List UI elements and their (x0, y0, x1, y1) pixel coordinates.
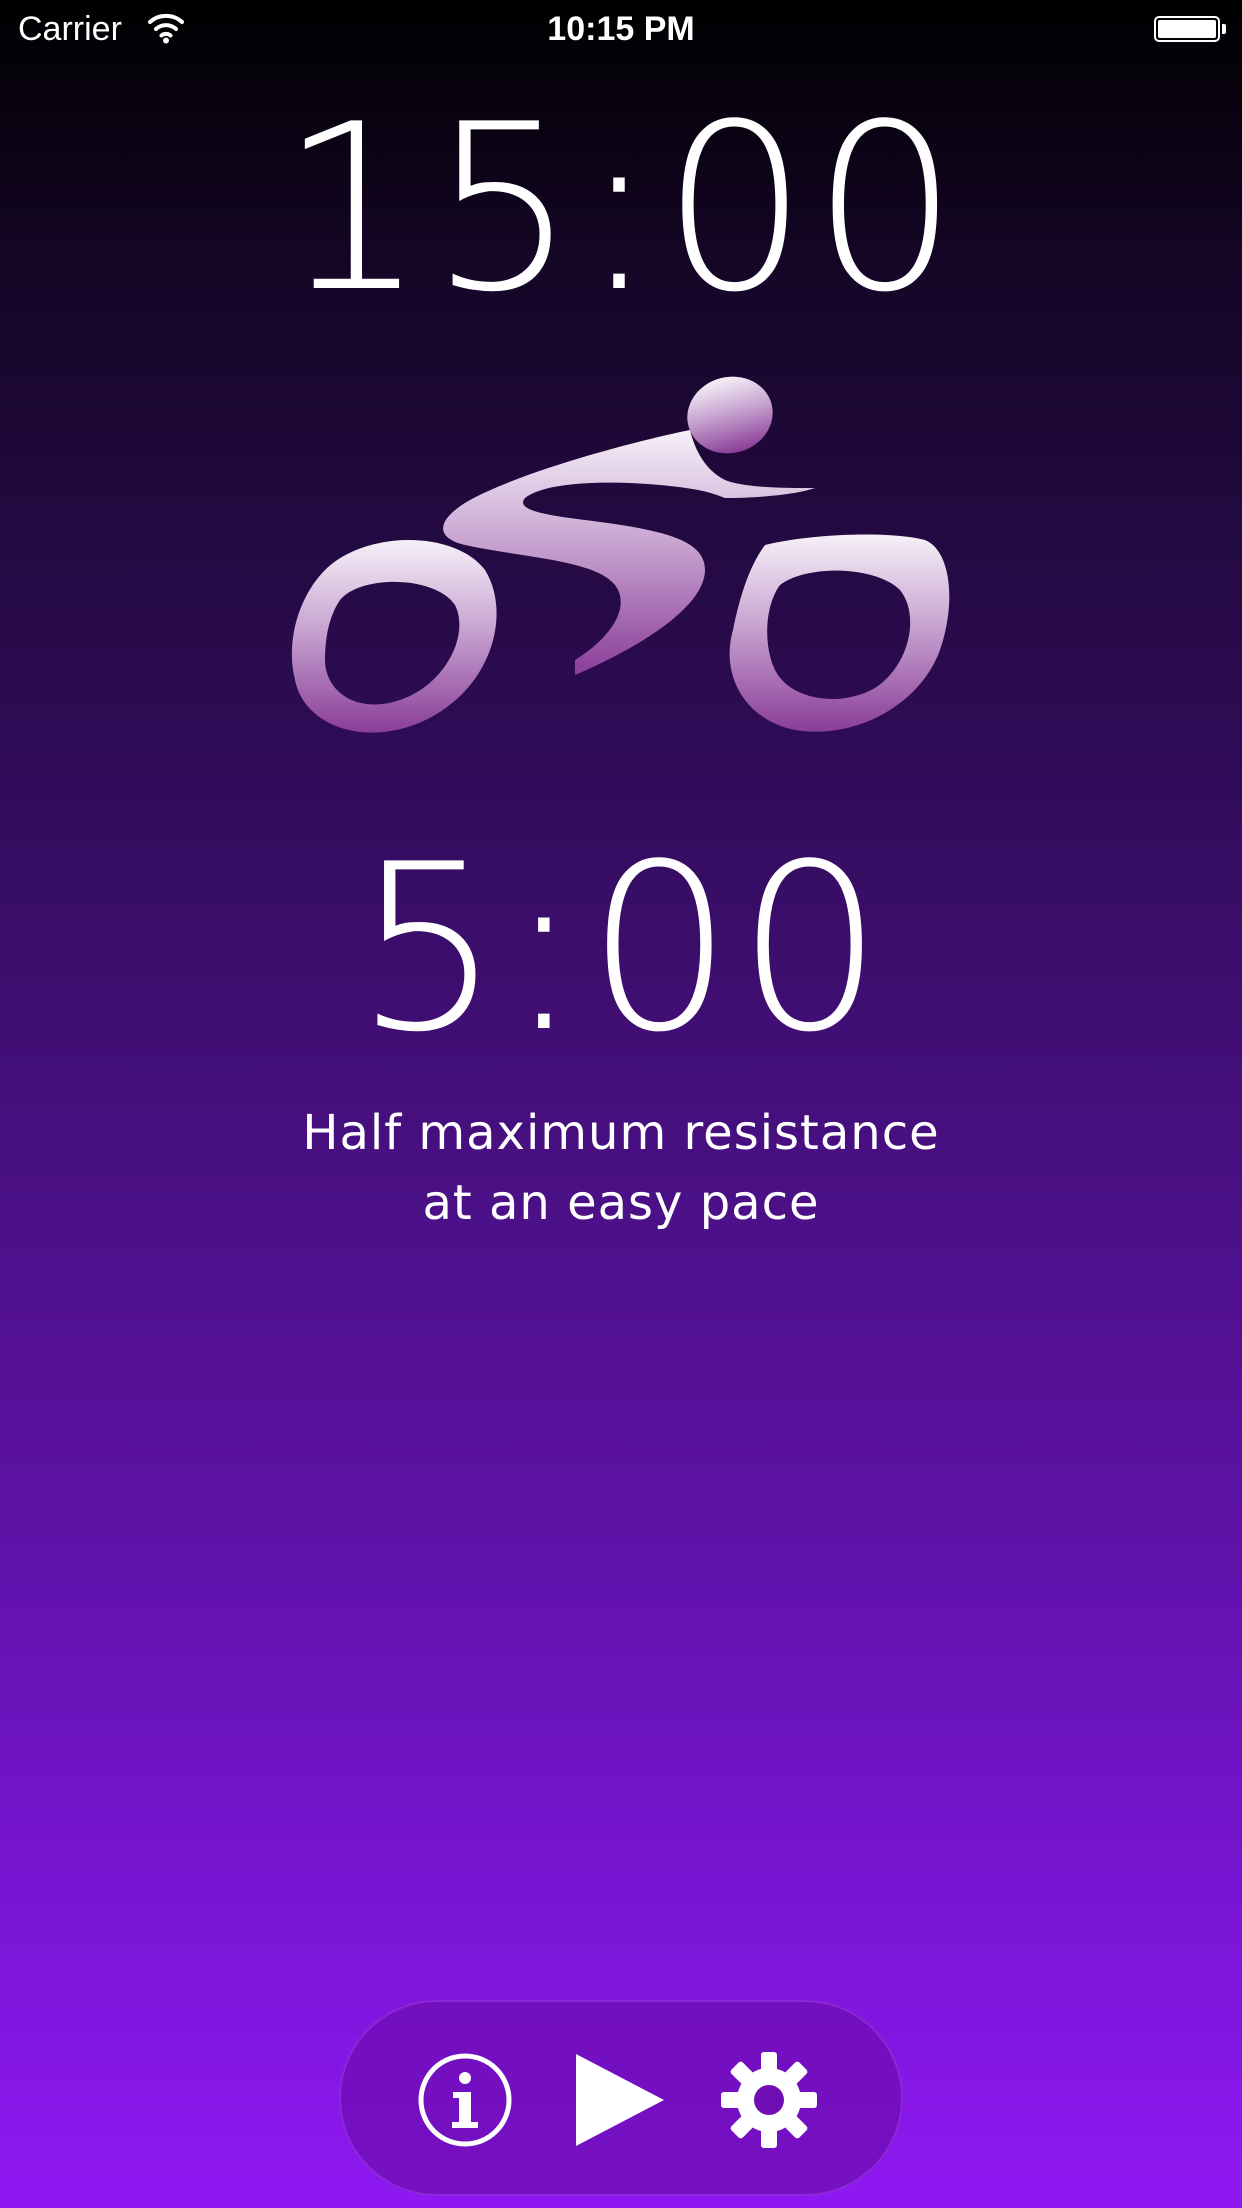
info-icon (418, 2053, 512, 2147)
control-bar (339, 2000, 903, 2196)
play-button[interactable] (568, 2050, 668, 2150)
status-bar: Carrier 10:15 PM (0, 0, 1242, 60)
gear-icon (721, 2052, 817, 2148)
interval-time-display: 5:00 (354, 816, 888, 1083)
status-time: 10:15 PM (547, 10, 695, 48)
instruction-line-2: at an easy pace (422, 1175, 820, 1231)
battery-icon (1154, 16, 1220, 42)
play-icon (576, 2054, 664, 2146)
settings-button[interactable] (719, 2050, 819, 2150)
interval-instruction: Half maximum resistance at an easy pace (0, 1098, 1242, 1238)
instruction-line-1: Half maximum resistance (302, 1105, 940, 1161)
battery-tip (1222, 24, 1226, 34)
info-button[interactable] (415, 2050, 515, 2150)
cyclist-logo (291, 376, 950, 733)
total-time-display: 15:00 (279, 76, 963, 343)
